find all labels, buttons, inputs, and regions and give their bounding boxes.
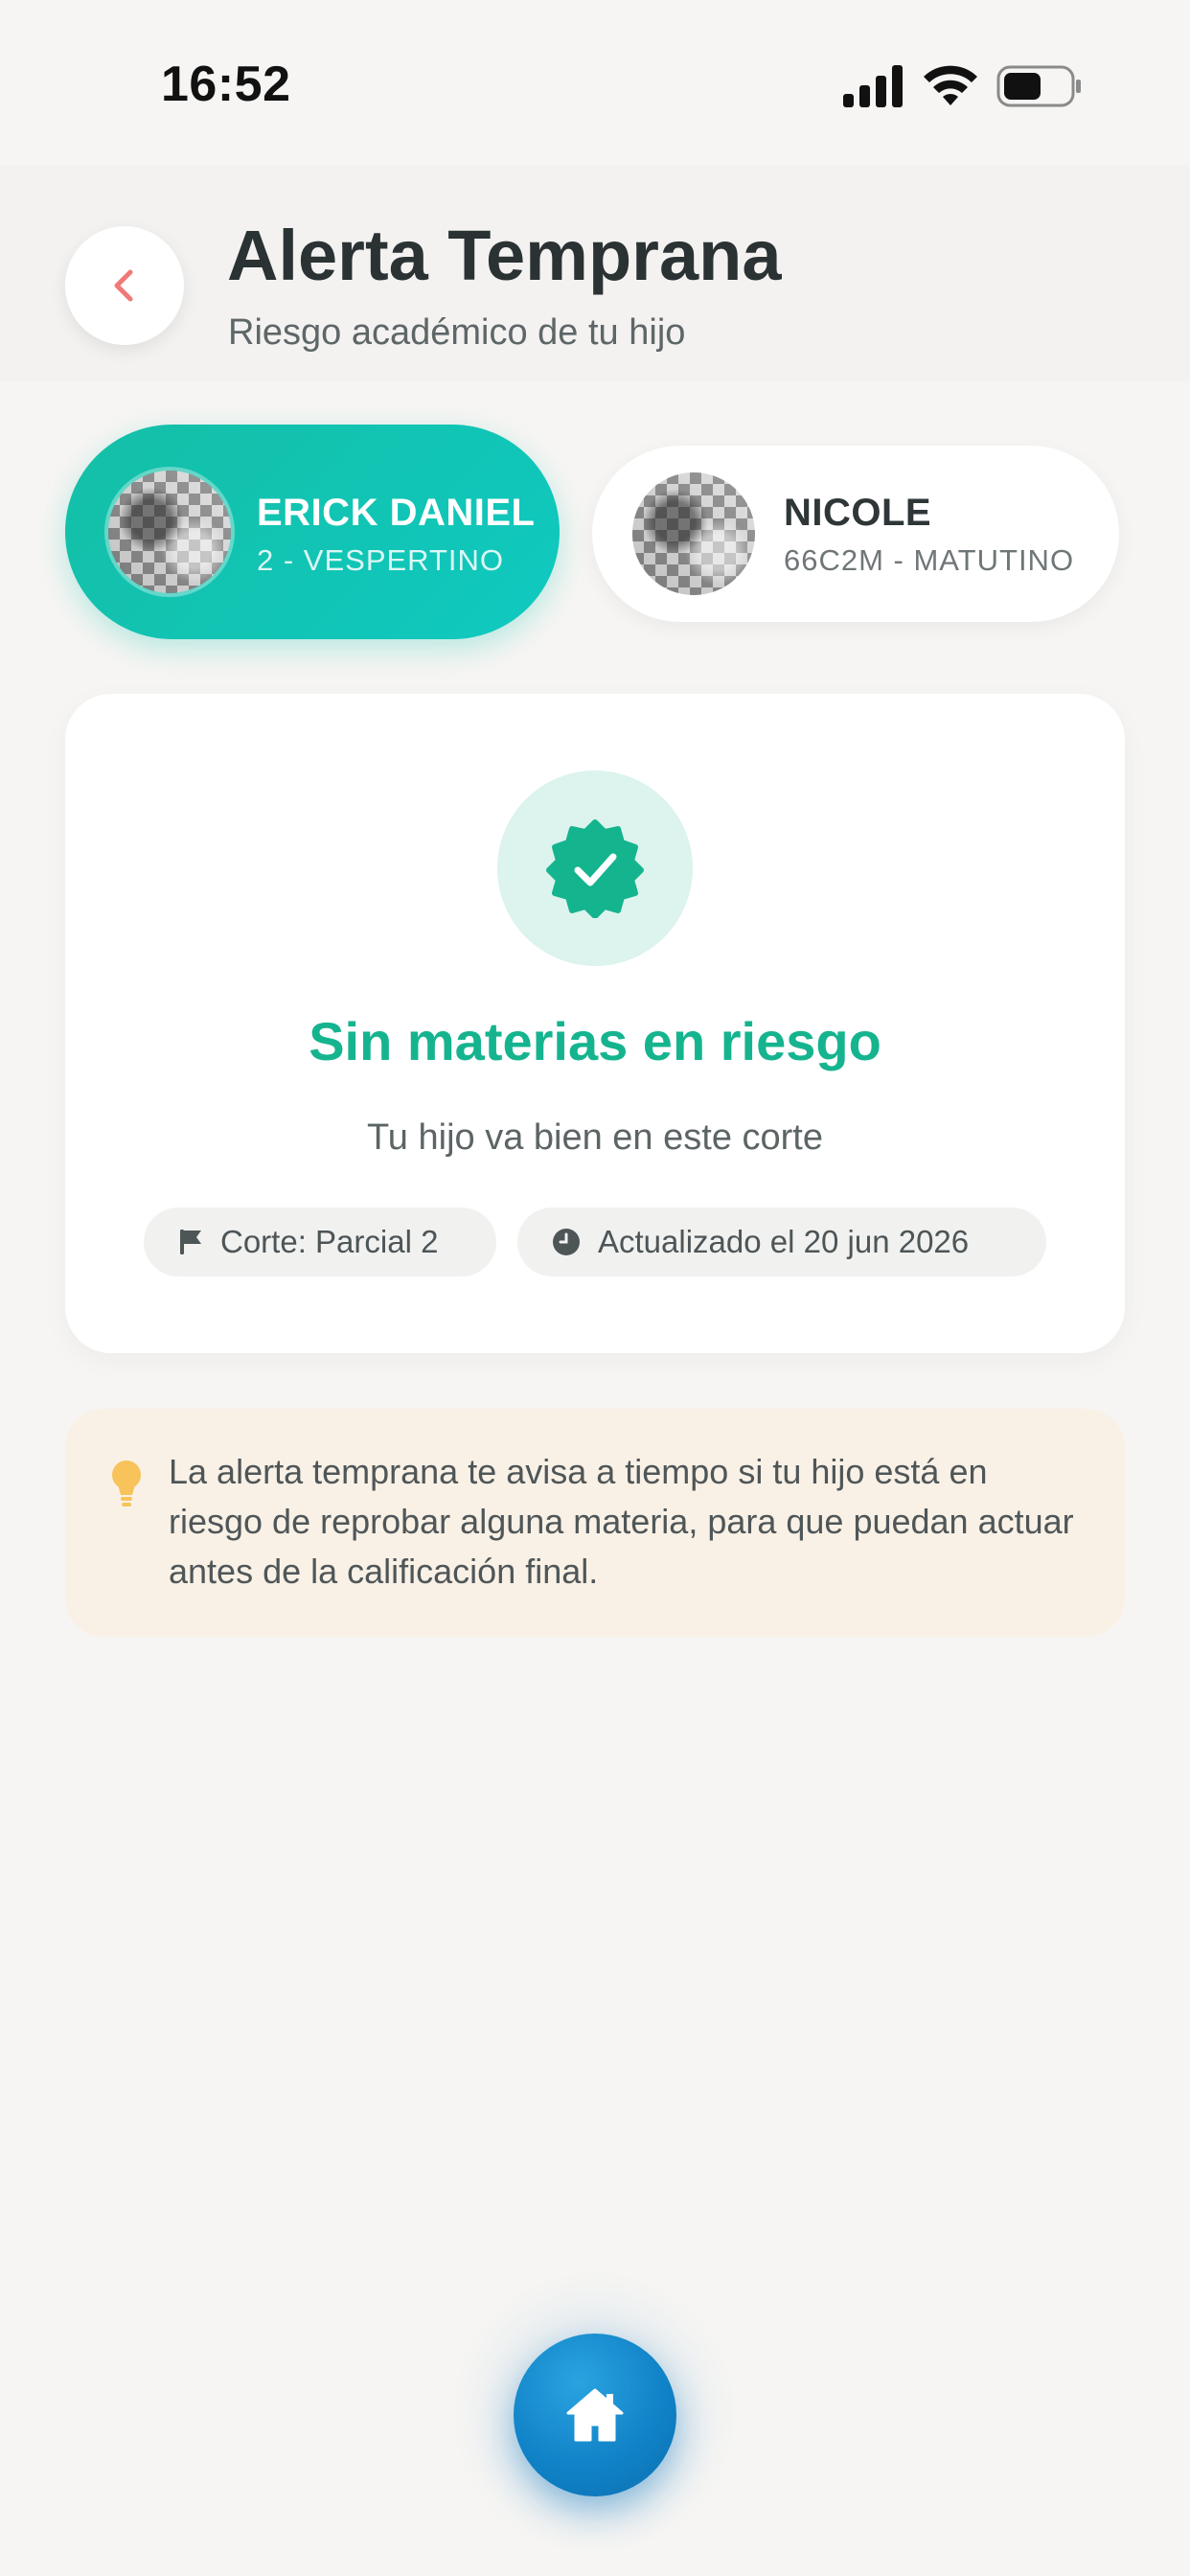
risk-status-card: Sin materias en riesgo Tu hijo va bien e… <box>65 694 1125 1353</box>
student-avatar <box>108 471 231 593</box>
corte-label: Corte: Parcial 2 <box>220 1224 439 1259</box>
info-box: La alerta temprana te avisa a tiempo si … <box>65 1409 1125 1637</box>
flag-icon <box>180 1230 201 1254</box>
cellular-signal-icon <box>843 65 903 107</box>
status-bar: 16:52 <box>0 0 1190 163</box>
student-chip-erick-daniel[interactable]: ERICK DANIEL 2 - VESPERTINO <box>65 425 560 639</box>
clock-icon <box>553 1229 580 1255</box>
student-group: 66C2M - MATUTINO <box>784 543 1075 577</box>
info-text: La alerta temprana te avisa a tiempo si … <box>169 1452 1074 1591</box>
student-avatar <box>632 472 755 595</box>
badge-circle <box>497 770 693 966</box>
battery-icon <box>996 65 1081 107</box>
student-chip-nicole[interactable]: NICOLE 66C2M - MATUTINO <box>592 446 1119 622</box>
student-name: NICOLE <box>784 492 932 534</box>
page-title: Alerta Temprana <box>227 216 782 295</box>
back-button[interactable] <box>65 226 184 345</box>
lightbulb-icon <box>112 1460 141 1506</box>
corte-pill: Corte: Parcial 2 <box>144 1208 496 1276</box>
wifi-icon <box>924 65 977 105</box>
home-button[interactable] <box>514 2334 676 2496</box>
header: Alerta Temprana Riesgo académico de tu h… <box>0 165 1190 381</box>
student-name: ERICK DANIEL <box>257 492 536 534</box>
student-group: 2 - VESPERTINO <box>257 543 505 577</box>
verified-check-badge-icon <box>546 819 644 918</box>
chevron-left-icon <box>114 269 133 302</box>
status-time: 16:52 <box>161 57 291 112</box>
updated-pill: Actualizado el 20 jun 2026 <box>517 1208 1046 1276</box>
page-subtitle: Riesgo académico de tu hijo <box>228 312 686 353</box>
screen: 16:52 Alerta Temprana Riesgo académico d… <box>0 0 1190 2576</box>
home-icon <box>566 2388 624 2442</box>
status-description: Tu hijo va bien en este corte <box>367 1117 823 1158</box>
status-title: Sin materias en riesgo <box>309 1011 881 1071</box>
updated-label: Actualizado el 20 jun 2026 <box>598 1224 970 1259</box>
